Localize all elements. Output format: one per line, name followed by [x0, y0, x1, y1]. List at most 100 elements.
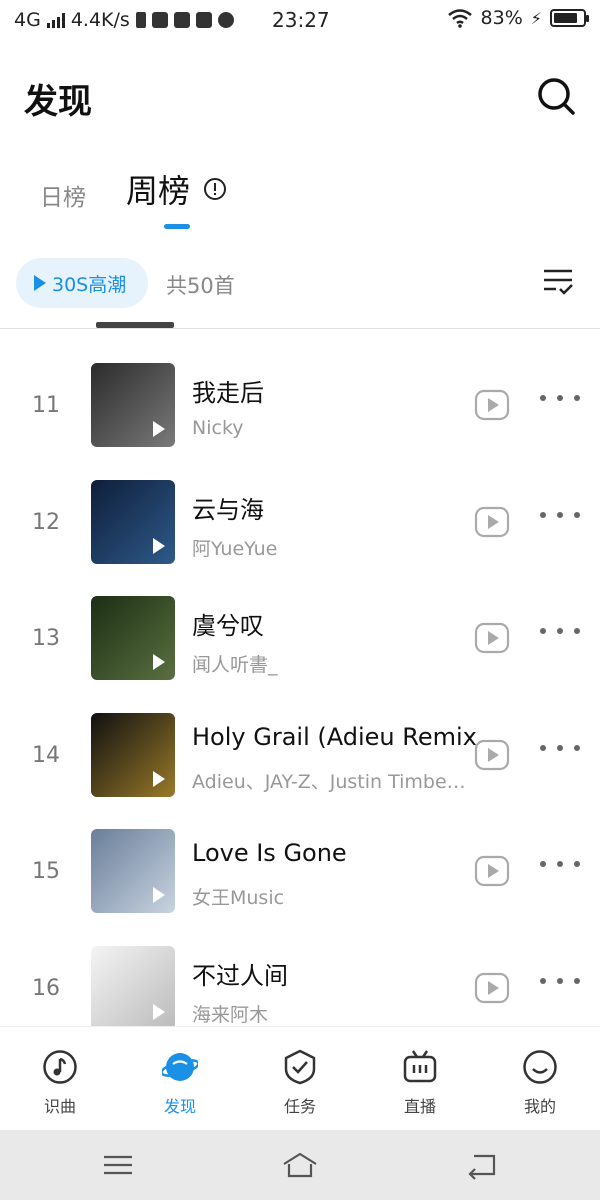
- back-icon[interactable]: [464, 1150, 500, 1180]
- signal-icon: [46, 12, 65, 28]
- song-row[interactable]: 11 我走后 Nicky: [0, 349, 600, 466]
- song-list: 11 我走后 Nicky 12 云与海 阿YueYue 13 虞兮叹 闻人听書_…: [0, 349, 600, 1049]
- play-button-icon[interactable]: [474, 972, 510, 1004]
- battery-level: [554, 13, 578, 23]
- cover-play-icon: [153, 421, 165, 437]
- song-artist: 女王Music: [192, 887, 285, 910]
- play-button-icon[interactable]: [474, 389, 510, 421]
- nav-label: 直播: [403, 1097, 436, 1116]
- tab-daily[interactable]: 日榜: [40, 178, 86, 212]
- cover-play-icon: [153, 770, 165, 787]
- cover-play-icon: [153, 1003, 165, 1020]
- song-artist: 闻人听書_: [192, 654, 278, 677]
- song-title: 云与海: [192, 495, 264, 524]
- song-artist: 阿YueYue: [192, 537, 278, 560]
- bottom-nav: 识曲 发现 任务 直播 我的: [0, 1026, 600, 1130]
- song-artist: Nicky: [192, 417, 244, 439]
- more-options-icon[interactable]: [540, 977, 580, 990]
- more-options-icon[interactable]: [540, 511, 580, 524]
- song-cover[interactable]: [91, 363, 175, 447]
- music-note-icon: [43, 1050, 77, 1084]
- nav-item-recognize[interactable]: 识曲: [0, 1027, 120, 1131]
- play-bar: 30S高潮 共50首: [0, 254, 600, 314]
- fan-icon: [195, 12, 212, 28]
- nav-label: 我的: [523, 1097, 556, 1116]
- play-button-icon[interactable]: [474, 855, 510, 887]
- play-icon: [34, 275, 46, 291]
- divider: [0, 328, 600, 329]
- nav-item-live[interactable]: 直播: [360, 1027, 480, 1131]
- song-cover[interactable]: [91, 945, 175, 1030]
- smiley-icon: [523, 1050, 557, 1084]
- info-icon[interactable]: [204, 178, 226, 200]
- song-count: 共50首: [166, 274, 235, 298]
- tab-active-indicator: [164, 224, 190, 229]
- song-cover[interactable]: [91, 712, 175, 797]
- song-artist: Adieu、JAY-Z、Justin Timberlake: [192, 770, 468, 793]
- app-notification-icon: [151, 12, 168, 28]
- battery-icon: [550, 9, 589, 27]
- song-title: 我走后: [192, 379, 264, 407]
- song-rank: 11: [32, 393, 60, 418]
- usb-icon: [135, 12, 146, 28]
- song-cover[interactable]: [91, 479, 175, 564]
- song-cover[interactable]: [91, 829, 175, 914]
- nav-item-tasks[interactable]: 任务: [240, 1027, 360, 1131]
- song-rank: 13: [32, 626, 60, 652]
- song-row[interactable]: 15 Love Is Gone 女王Music: [0, 815, 600, 932]
- network-type: 4G: [14, 9, 41, 31]
- cover-play-icon: [153, 887, 165, 904]
- app-notification-icon: [217, 12, 234, 28]
- status-time: 23:27: [272, 8, 330, 32]
- song-row[interactable]: 13 虞兮叹 闻人听書_: [0, 582, 600, 699]
- network-speed: 4.4K/s: [70, 9, 130, 31]
- song-title: 不过人间: [192, 961, 288, 990]
- status-left: 4G 4.4K/s: [14, 9, 234, 31]
- more-options-icon[interactable]: [540, 395, 580, 407]
- play-button-icon[interactable]: [474, 739, 510, 771]
- ranking-tabs: 日榜 周榜: [0, 162, 600, 232]
- task-shield-icon: [284, 1049, 316, 1085]
- tv-icon: [403, 1050, 437, 1083]
- song-row[interactable]: 14 Holy Grail (Adieu Remix) Adieu、JAY-Z、…: [0, 699, 600, 816]
- status-bar: 4G 4.4K/s 23:27 83% ⚡: [0, 0, 600, 40]
- status-right: 83% ⚡: [447, 7, 589, 29]
- nav-label: 任务: [283, 1097, 316, 1116]
- nav-label: 发现: [163, 1097, 196, 1116]
- more-options-icon[interactable]: [540, 744, 580, 757]
- charging-icon: ⚡: [530, 8, 542, 28]
- song-title: Love Is Gone: [192, 839, 347, 868]
- page-title: 发现: [24, 82, 92, 122]
- song-rank: 15: [32, 859, 60, 885]
- song-title: Holy Grail (Adieu Remix): [192, 722, 477, 751]
- song-cover[interactable]: [91, 596, 175, 681]
- song-rank: 16: [32, 975, 60, 1001]
- song-row[interactable]: 12 云与海 阿YueYue: [0, 466, 600, 583]
- system-nav-bar: [0, 1130, 600, 1200]
- more-options-icon[interactable]: [540, 861, 580, 873]
- header: 发现: [0, 60, 600, 136]
- home-icon[interactable]: [282, 1150, 318, 1180]
- more-options-icon[interactable]: [540, 628, 580, 640]
- play-button-icon[interactable]: [474, 622, 510, 654]
- play-button-icon[interactable]: [474, 506, 510, 538]
- song-artist: 海来阿木: [192, 1003, 269, 1026]
- song-rank: 12: [32, 509, 60, 535]
- tab-weekly[interactable]: 周榜: [126, 166, 190, 212]
- search-icon[interactable]: [536, 76, 576, 116]
- play-highlight-button[interactable]: 30S高潮: [16, 258, 148, 308]
- wifi-icon: [447, 9, 472, 28]
- song-rank: 14: [32, 742, 60, 768]
- sort-list-icon[interactable]: [542, 266, 574, 298]
- song-title: 虞兮叹: [192, 612, 264, 641]
- cover-play-icon: [153, 537, 165, 554]
- nav-item-discover[interactable]: 发现: [120, 1027, 240, 1131]
- play-highlight-label: 30S高潮: [52, 273, 127, 296]
- planet-icon: [162, 1053, 198, 1081]
- menu-icon[interactable]: [100, 1150, 136, 1180]
- cover-play-icon: [153, 654, 165, 671]
- battery-percent: 83%: [480, 7, 523, 29]
- app-notification-icon: [173, 12, 190, 28]
- nav-label: 识曲: [43, 1097, 76, 1116]
- nav-item-profile[interactable]: 我的: [480, 1027, 600, 1131]
